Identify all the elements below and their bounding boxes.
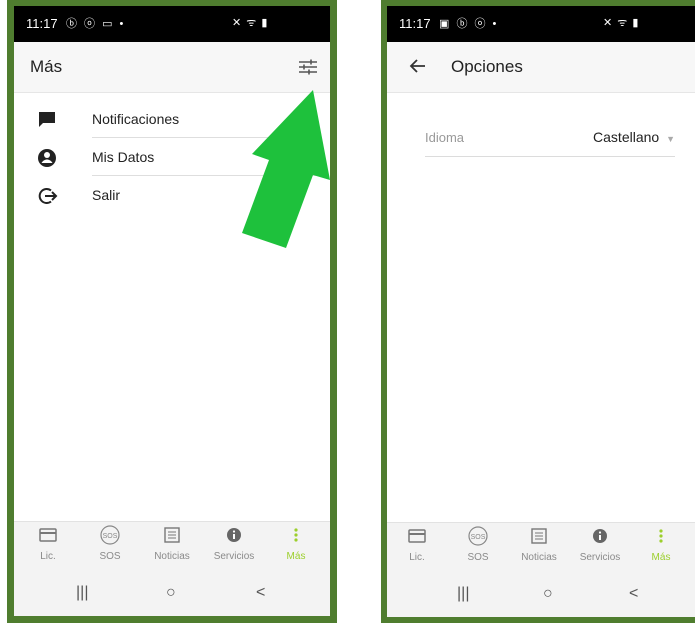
newspaper-icon (163, 526, 181, 549)
sos-icon: SOS (99, 524, 121, 551)
language-label: Idioma (425, 130, 465, 145)
logout-icon (36, 185, 58, 207)
page-title: Opciones (451, 57, 523, 76)
menu-item-label: Salir (92, 187, 121, 203)
status-bar: 11:17 ▣ ⓑ ⓞ • ✕ ᯤ ▮ (387, 6, 695, 42)
dropdown-arrow-icon: ▼ (666, 134, 675, 144)
menu-item-label: Notificaciones (92, 111, 180, 127)
nav-item-mas[interactable]: Más (266, 526, 326, 562)
sos-icon: SOS (467, 525, 489, 552)
nav-item-servicios[interactable]: Servicios (204, 526, 264, 562)
svg-text:SOS: SOS (103, 533, 118, 540)
card-icon (39, 527, 57, 547)
card-icon (408, 528, 426, 548)
app-bar: Opciones (387, 42, 695, 93)
phone-screen-opciones: 11:17 ▣ ⓑ ⓞ • ✕ ᯤ ▮ Opciones Idioma Cast… (381, 0, 695, 623)
back-button[interactable]: < (256, 584, 265, 602)
nav-label: Lic. (409, 552, 425, 563)
status-system-icons: ✕ ᯤ ▮ (232, 17, 269, 29)
status-system-icons: ✕ ᯤ ▮ (603, 17, 640, 29)
back-button[interactable]: < (629, 585, 638, 603)
bottom-navigation: Lic. SOS SOS Noticias Servicios Más (14, 521, 330, 572)
language-value: Castellano (593, 129, 660, 145)
more-icon (293, 527, 299, 548)
back-arrow-icon[interactable] (409, 57, 427, 80)
recent-apps-button[interactable]: ||| (76, 584, 88, 602)
bottom-navigation: Lic. SOS SOS Noticias Servicios Más (387, 522, 695, 573)
status-bar: 11:17 ⓑ ⓞ ▭ • ✕ ᯤ ▮ (14, 6, 330, 42)
nav-item-sos[interactable]: SOS SOS (80, 524, 140, 562)
phone-screen-mas: 11:17 ⓑ ⓞ ▭ • ✕ ᯤ ▮ Más Notificaciones M… (7, 0, 337, 623)
app-bar: Más (14, 42, 330, 93)
recent-apps-button[interactable]: ||| (457, 585, 469, 603)
nav-label: SOS (99, 551, 121, 562)
status-time: 11:17 (26, 16, 58, 31)
language-option-row: Idioma Castellano ▼ (425, 116, 675, 157)
info-icon (226, 527, 242, 548)
nav-label: SOS (467, 552, 489, 563)
nav-label: Más (651, 552, 671, 563)
nav-item-noticias[interactable]: Noticias (142, 526, 202, 562)
chat-icon (36, 109, 58, 131)
language-select[interactable]: Castellano ▼ (593, 129, 675, 145)
info-icon (592, 528, 608, 549)
green-arrow-annotation (240, 88, 330, 255)
system-navigation-bar: ||| ○ < (14, 572, 330, 616)
status-notification-icons: ▣ ⓑ ⓞ • (439, 18, 499, 30)
nav-item-servicios[interactable]: Servicios (570, 527, 630, 563)
nav-item-lic[interactable]: Lic. (387, 527, 447, 563)
system-navigation-bar: ||| ○ < (387, 573, 695, 617)
status-notification-icons: ⓑ ⓞ ▭ • (66, 18, 126, 30)
more-icon (658, 528, 664, 549)
page-title: Más (30, 57, 63, 76)
status-time: 11:17 (399, 16, 431, 31)
nav-label: Noticias (521, 552, 557, 563)
svg-text:SOS: SOS (471, 534, 486, 541)
nav-label: Noticias (154, 551, 190, 562)
nav-item-noticias[interactable]: Noticias (509, 527, 569, 563)
nav-label: Servicios (213, 551, 255, 562)
nav-item-lic[interactable]: Lic. (18, 526, 78, 562)
menu-item-label: Mis Datos (92, 149, 155, 165)
nav-label: Servicios (579, 552, 621, 563)
settings-sliders-icon[interactable] (298, 59, 318, 80)
account-icon (36, 147, 58, 169)
home-button[interactable]: ○ (166, 584, 176, 602)
nav-label: Más (286, 551, 306, 562)
home-button[interactable]: ○ (543, 585, 553, 603)
nav-item-mas[interactable]: Más (631, 527, 691, 563)
nav-label: Lic. (40, 551, 56, 562)
newspaper-icon (530, 527, 548, 550)
nav-item-sos[interactable]: SOS SOS (448, 525, 508, 563)
